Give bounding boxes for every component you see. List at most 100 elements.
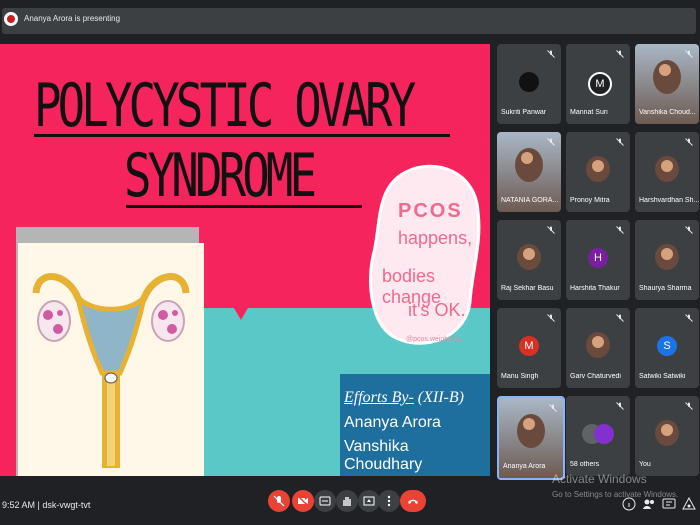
participant-name: Garv Chaturvedi <box>570 373 621 380</box>
pcos-bubble <box>366 162 482 352</box>
participant-tile[interactable]: M Manu Singh <box>497 308 561 388</box>
mic-muted-icon <box>685 50 693 58</box>
mic-muted-icon <box>616 226 624 234</box>
mic-muted-icon <box>549 404 557 412</box>
title-underline-2 <box>126 205 362 208</box>
participant-name: Harshita Thakur <box>570 285 620 292</box>
participant-tile[interactable]: Harshvardhan Sh... <box>635 132 699 212</box>
participant-face <box>653 60 681 94</box>
participant-name: Pronoy Mitra <box>570 197 610 204</box>
activate-windows-subtitle: Go to Settings to activate Windows. <box>552 490 679 499</box>
pcos-tag: @pcos.weightloss <box>406 336 463 343</box>
participant-name: Satwiki Satwiki <box>639 373 686 380</box>
participant-avatar <box>594 424 614 444</box>
participant-photo <box>586 156 610 182</box>
participant-tile[interactable]: Ananya Arora <box>497 396 565 480</box>
participant-tile[interactable]: Raj Sekhar Basu <box>497 220 561 300</box>
more-options-button[interactable] <box>378 490 400 512</box>
mic-muted-icon <box>547 138 555 146</box>
mic-muted-icon <box>616 138 624 146</box>
people-icon[interactable] <box>642 497 656 511</box>
presenter-logo-icon <box>4 12 18 26</box>
participant-name: Sukriti Panwar <box>501 109 547 116</box>
participant-face <box>515 148 543 182</box>
mic-muted-icon <box>685 226 693 234</box>
participant-name: You <box>639 461 651 468</box>
participant-name: Harshvardhan Sh... <box>639 197 699 204</box>
participant-tile[interactable]: Vanshika Choud... <box>635 44 699 124</box>
slide-title-line1: POLYCYSTIC OVARY <box>34 71 416 141</box>
uterus-illustration <box>18 243 204 476</box>
meeting-time-code: 9:52 AM | dsk-vwgt-tvt <box>2 500 91 510</box>
participant-name: 58 others <box>570 461 600 468</box>
activities-icon[interactable] <box>682 497 696 511</box>
mic-muted-icon <box>616 314 624 322</box>
participant-name: NATANIA GORA... <box>501 197 559 204</box>
participant-tile[interactable]: Sukriti Panwar <box>497 44 561 124</box>
efforts-label: Efforts By- <box>344 389 414 406</box>
mic-off-icon <box>273 495 285 507</box>
camera-off-icon <box>297 495 309 507</box>
participant-avatar: M <box>588 72 612 96</box>
end-call-button[interactable] <box>400 490 426 512</box>
participant-avatar: H <box>588 248 608 268</box>
efforts-class: (XII-B) <box>417 389 464 406</box>
mic-muted-icon <box>547 50 555 58</box>
participant-tile[interactable]: You <box>635 396 699 476</box>
participant-name: Manu Singh <box>501 373 539 380</box>
participant-tile[interactable]: 58 others <box>566 396 630 476</box>
participant-avatar: S <box>657 336 677 356</box>
participant-name: Raj Sekhar Basu <box>501 285 554 292</box>
activate-windows-title: Activate Windows <box>552 472 647 486</box>
presenting-text: Ananya Arora is presenting <box>24 14 121 23</box>
participant-tile[interactable]: H Harshita Thakur <box>566 220 630 300</box>
pcos-line4: it's OK. <box>408 300 466 320</box>
mic-muted-icon <box>685 138 693 146</box>
efforts-name-1: Ananya Arora <box>344 414 441 431</box>
efforts-heading: Efforts By- (XII-B) <box>344 389 464 407</box>
captions-icon <box>319 496 331 506</box>
participant-name: Shaurya Sharma <box>639 285 692 292</box>
efforts-name-2: Vanshika Choudhary <box>344 438 423 473</box>
participant-tile[interactable]: NATANIA GORA... <box>497 132 561 212</box>
present-button[interactable] <box>358 490 380 512</box>
raise-hand-button[interactable] <box>336 490 358 512</box>
info-icon[interactable] <box>622 497 636 511</box>
title-underline-1 <box>34 134 450 137</box>
participant-name: Vanshika Choud... <box>639 109 696 116</box>
participant-photo <box>517 244 541 270</box>
mic-off-button[interactable] <box>268 490 290 512</box>
participant-tile[interactable]: Shaurya Sharma <box>635 220 699 300</box>
participant-tile[interactable]: Garv Chaturvedi <box>566 308 630 388</box>
chat-icon[interactable] <box>662 497 676 511</box>
mic-muted-icon <box>547 226 555 234</box>
mic-muted-icon <box>547 314 555 322</box>
slide-title-line2: SYNDROME <box>124 141 317 211</box>
participant-avatar: M <box>519 336 539 356</box>
pcos-heading: PCOS <box>398 200 463 222</box>
camera-off-button[interactable] <box>292 490 314 512</box>
participant-photo <box>655 244 679 270</box>
mic-muted-icon <box>616 50 624 58</box>
participant-photo <box>586 332 610 358</box>
captions-button[interactable] <box>314 490 336 512</box>
phone-hangup-icon <box>408 499 418 504</box>
mic-muted-icon <box>685 314 693 322</box>
presentation-slide: POLYCYSTIC OVARY SYNDROME PCOS happens, … <box>0 44 490 476</box>
participant-photo <box>655 156 679 182</box>
pcos-line2: happens, <box>398 228 473 248</box>
participant-face <box>517 414 545 448</box>
participant-name: Ananya Arora <box>503 463 546 470</box>
participant-tile[interactable]: S Satwiki Satwiki <box>635 308 699 388</box>
hand-icon <box>343 497 351 506</box>
teal-notch <box>234 308 248 320</box>
present-icon <box>363 496 375 506</box>
more-vert-icon <box>387 495 391 507</box>
uterus-icon <box>32 273 190 468</box>
participant-tile[interactable]: M Mannat Suri <box>566 44 630 124</box>
mic-muted-icon <box>685 402 693 410</box>
mic-muted-icon <box>616 402 624 410</box>
participant-avatar <box>519 72 539 92</box>
participant-tile[interactable]: Pronoy Mitra <box>566 132 630 212</box>
participant-photo <box>655 420 679 446</box>
